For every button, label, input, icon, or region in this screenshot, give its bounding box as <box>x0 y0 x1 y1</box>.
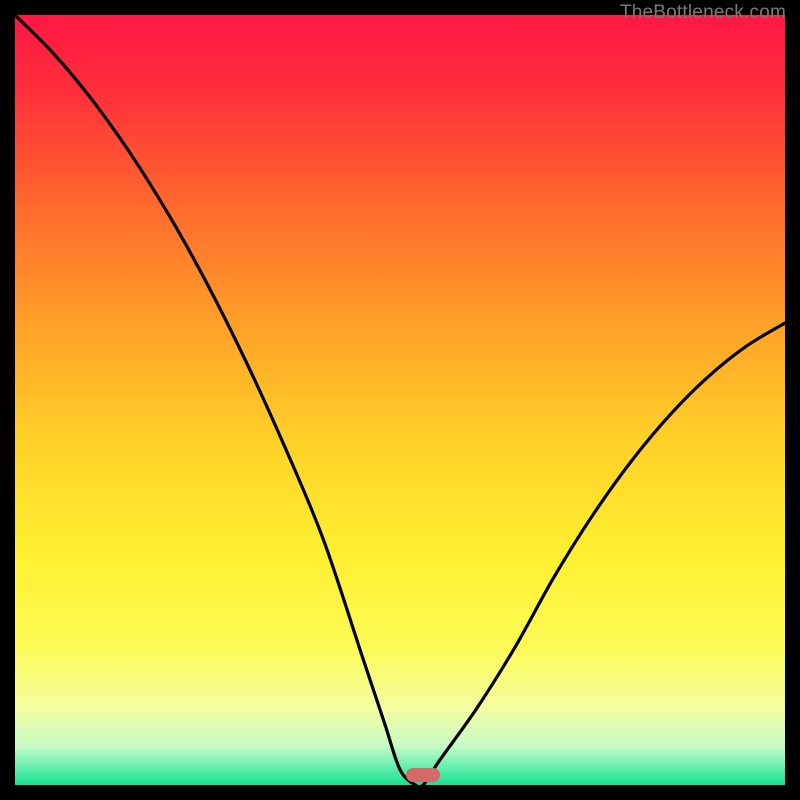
watermark-text: TheBottleneck.com <box>620 2 786 24</box>
bottleneck-curve-path <box>15 15 785 785</box>
optimal-marker <box>406 768 440 782</box>
bottleneck-curve <box>15 15 785 785</box>
plot-area <box>15 15 785 785</box>
chart-frame: TheBottleneck.com <box>0 0 800 800</box>
